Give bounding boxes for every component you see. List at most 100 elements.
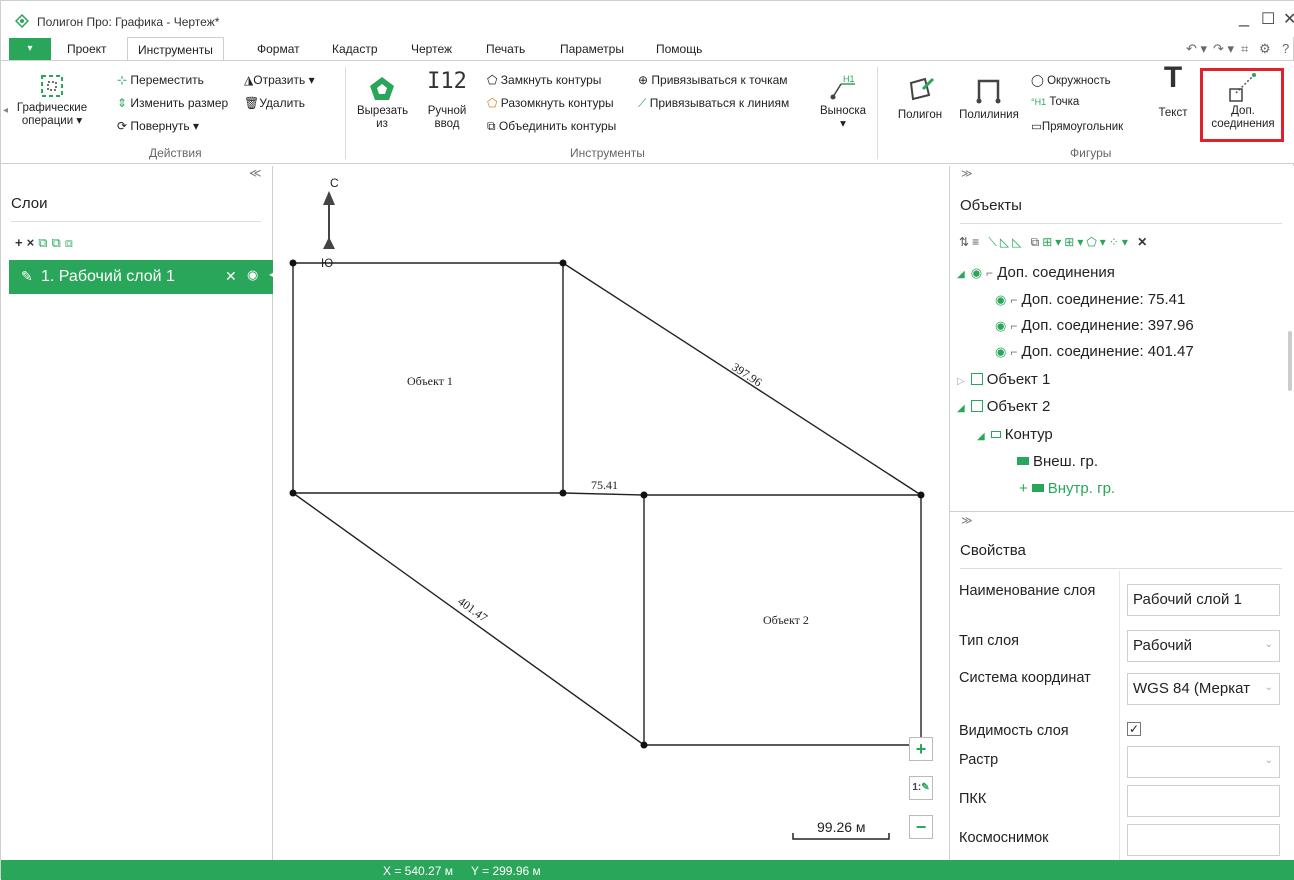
sort-icon[interactable]: ⇅ (959, 235, 972, 249)
ribbon-scroll-left-icon[interactable]: ◂ (3, 105, 8, 116)
tab-format[interactable]: Формат (257, 42, 300, 56)
delete-layer-icon[interactable]: × (27, 235, 39, 250)
polygon-ops-icon[interactable]: ⬠▾ (1086, 235, 1108, 249)
divider (960, 223, 1282, 224)
polygon-button[interactable]: Полигон (890, 75, 950, 122)
visibility-checkbox[interactable]: ✓ (1127, 722, 1141, 736)
close-button[interactable]: ✕ (1283, 9, 1294, 29)
delete-object-icon[interactable]: ✕ (1137, 235, 1150, 249)
group-separator (877, 67, 878, 159)
layer-type-select[interactable]: Рабочий ⌄ (1127, 630, 1280, 662)
file-menu-button[interactable]: ▾ (9, 38, 51, 60)
layer-row[interactable]: ✎ 1. Рабочий слой 1 ✕ ◉ (9, 260, 273, 294)
tab-parameters[interactable]: Параметры (560, 42, 624, 56)
zoom-ratio-button[interactable]: 1:✎ (909, 776, 933, 800)
angle-icon[interactable]: ◺ (1012, 235, 1024, 249)
snap-point-icon: ⊕ (638, 73, 649, 87)
tree-item-connections[interactable]: ◢ ◉ ⌐ Доп. соединения (957, 264, 1115, 281)
tree-item-connection-397[interactable]: ◉ ⌐ Доп. соединение: 397.96 (995, 317, 1194, 334)
resize-button[interactable]: ⇕ Изменить размер (117, 96, 228, 110)
pkk-field[interactable] (1127, 785, 1280, 817)
add-layer-icon[interactable]: + (15, 235, 27, 250)
expand-properties-icon[interactable]: ≫ (961, 514, 973, 527)
fit-icon[interactable]: ⌗ (1241, 41, 1248, 57)
rectangle-button[interactable]: ▭Прямоугольник (1031, 119, 1123, 133)
settings-icon[interactable]: ⚙ (1259, 41, 1271, 57)
graphic-operations-button[interactable]: Графические операции ▾ (13, 72, 91, 128)
mirror-button[interactable]: ◮Отразить ▾ (244, 73, 315, 87)
minimize-button[interactable]: _ (1239, 7, 1249, 28)
rotate-button[interactable]: ⟳ Повернуть ▾ (117, 119, 199, 133)
prop-label-satellite: Космоснимок (959, 830, 1049, 846)
tree-item-object-2[interactable]: ◢ Объект 2 (957, 398, 1050, 415)
open-contours-button[interactable]: ⬠ Разомкнуть контуры (487, 96, 614, 110)
chevron-down-icon: ⌄ (1264, 755, 1273, 766)
polyline-button[interactable]: Полилиния (956, 75, 1022, 122)
tab-project[interactable]: Проект (67, 42, 107, 56)
compass-tail-icon (323, 237, 335, 249)
dimension-401-label: 401.47 (455, 594, 490, 625)
help-icon[interactable]: ? (1282, 41, 1289, 56)
expand-objects-icon[interactable]: ≫ (961, 167, 973, 180)
collapse-left-icon[interactable]: ≪ (249, 166, 262, 180)
merge-icon: ⧉ (487, 119, 496, 133)
manual-input-button[interactable]: I12 Ручной ввод (425, 71, 469, 131)
tab-cadastre[interactable]: Кадастр (332, 42, 378, 56)
eye-icon[interactable]: ◉ (247, 267, 258, 283)
tab-help[interactable]: Помощь (656, 42, 702, 56)
drawing-svg[interactable]: С Ю Объект 1 Объект 2 397.96 75.41 401.4… (274, 166, 949, 860)
point-ops-icon[interactable]: ⁘▾ (1109, 235, 1131, 249)
export-icon[interactable]: ⊞▾ (1042, 235, 1064, 249)
redo-icon[interactable]: ↷ ▾ (1213, 41, 1234, 57)
callout-button[interactable]: H1 Выноска ▾ (815, 73, 871, 131)
tab-tools[interactable]: Инструменты (127, 37, 224, 61)
tree-item-connection-401[interactable]: ◉ ⌐ Доп. соединение: 401.47 (995, 343, 1194, 360)
copy-layer-icon[interactable]: ⧉ (38, 235, 51, 250)
import-icon[interactable]: ⊞▾ (1064, 235, 1086, 249)
layer-name-field[interactable]: Рабочий слой 1 (1127, 584, 1280, 616)
zoom-in-button[interactable]: + (909, 737, 933, 761)
maximize-button[interactable]: ☐ (1261, 9, 1275, 29)
move-button[interactable]: ⊹ Переместить (117, 73, 204, 87)
text-button[interactable]: T Текст (1151, 63, 1195, 120)
tree-item-connection-75[interactable]: ◉ ⌐ Доп. соединение: 75.41 (995, 291, 1185, 308)
connection-401[interactable] (292, 492, 645, 746)
tree-item-object-1[interactable]: ▷ Объект 1 (957, 371, 1050, 388)
tab-print[interactable]: Печать (486, 42, 525, 56)
snap-lines-button[interactable]: ⟋ Привязываться к линиям (638, 96, 789, 111)
group-label-shapes: Фигуры (1070, 146, 1112, 160)
filter-icon[interactable]: ≡ (972, 235, 982, 249)
chevron-down-icon: ⌄ (1264, 639, 1273, 650)
window-title: Полигон Про: Графика - Чертеж* (37, 15, 220, 29)
tree-item-inner-boundary[interactable]: + Внутр. гр. (1019, 480, 1115, 497)
group-icon[interactable]: ⧉ (1031, 235, 1043, 249)
tab-drawing[interactable]: Чертеж (411, 42, 452, 56)
remove-layer-icon[interactable]: ✕ (225, 268, 237, 285)
undo-icon[interactable]: ↶ ▾ (1186, 41, 1207, 57)
panel-splitter[interactable] (950, 511, 1294, 512)
raster-select[interactable]: ⌄ (1127, 746, 1280, 778)
close-contours-button[interactable]: ⬠ Замкнуть контуры (487, 73, 601, 87)
coord-system-select[interactable]: WGS 84 (Меркат ⌄ (1127, 673, 1280, 705)
measure-icon[interactable]: ◺ (1000, 235, 1012, 249)
snap-points-button[interactable]: ⊕ Привязываться к точкам (638, 73, 788, 87)
status-x-coordinate: X = 540.27 м (383, 864, 453, 878)
paste-layer-icon[interactable]: ⧉ (51, 235, 64, 250)
panel-border (949, 166, 950, 860)
merge-contours-button[interactable]: ⧉ Объединить контуры (487, 119, 616, 134)
tree-item-contour[interactable]: ◢ Контур (977, 426, 1053, 443)
cut-from-button[interactable]: Вырезать из (357, 75, 408, 131)
open-pentagon-icon: ⬠ (487, 96, 498, 110)
satellite-field[interactable] (1127, 824, 1280, 856)
line-tool-icon[interactable]: ⟍ (988, 235, 999, 249)
delete-button[interactable]: 🗑Удалить (244, 96, 305, 110)
point-button[interactable]: °H1 Точка (1031, 96, 1079, 108)
circle-button[interactable]: ◯ Окружность (1031, 73, 1111, 87)
zoom-out-button[interactable]: − (909, 815, 933, 839)
polygon-draw-icon (909, 77, 935, 101)
merge-layer-icon[interactable]: ⧈ (65, 235, 77, 250)
objects-scrollbar[interactable] (1288, 331, 1292, 391)
tree-item-outer-boundary[interactable]: Внеш. гр. (1017, 453, 1098, 470)
rectangle-icon: ▭ (1031, 121, 1042, 133)
connection-75[interactable] (562, 492, 645, 496)
